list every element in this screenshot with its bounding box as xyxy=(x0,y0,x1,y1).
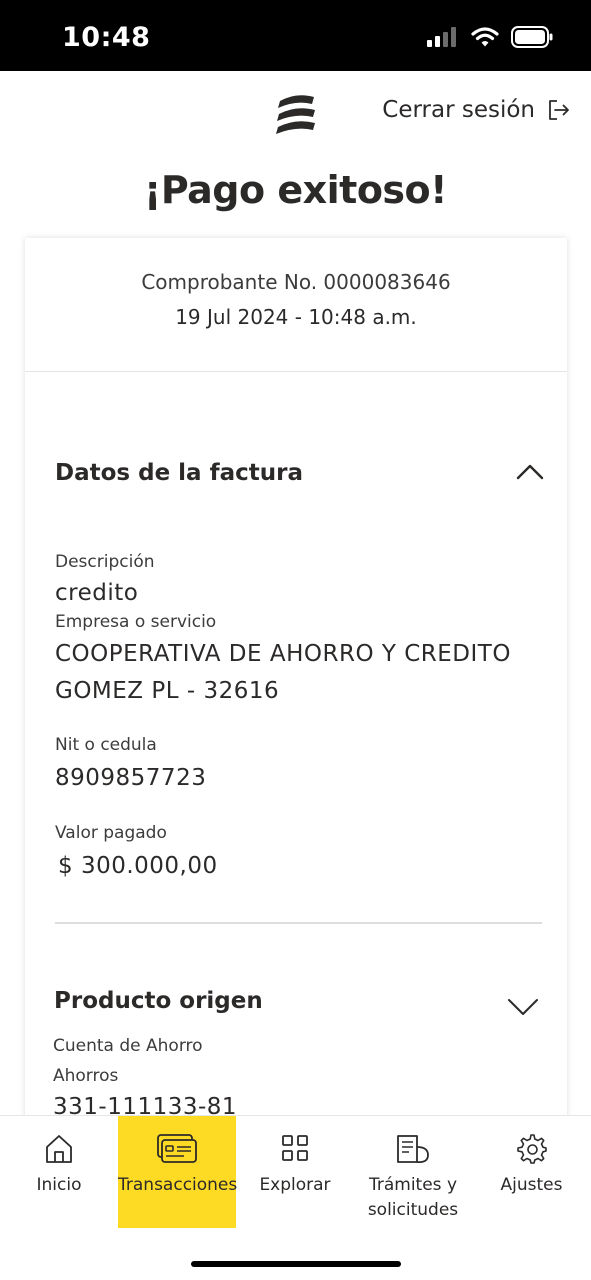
receipt-datetime: 19 Jul 2024 - 10:48 a.m. xyxy=(175,305,417,329)
description-label: Descripción xyxy=(55,552,155,572)
nav-item-inicio[interactable]: Inicio xyxy=(0,1116,118,1228)
status-icons xyxy=(427,26,553,48)
nit-label: Nit o cedula xyxy=(55,735,157,755)
receipt-card: Comprobante No. 0000083646 19 Jul 2024 -… xyxy=(25,238,567,1138)
status-bar: 10:48 xyxy=(0,0,591,71)
chevron-up-icon[interactable] xyxy=(516,462,544,480)
nav-label-transacciones: Transacciones xyxy=(118,1175,238,1195)
logout-icon xyxy=(549,100,569,120)
nav-item-ajustes[interactable]: Ajustes xyxy=(472,1116,591,1228)
amount-value: $ 300.000,00 xyxy=(58,853,218,879)
card-transactions-icon xyxy=(157,1134,197,1163)
nav-label-explorar: Explorar xyxy=(259,1175,331,1195)
nav-label-inicio: Inicio xyxy=(36,1175,82,1195)
chevron-down-icon[interactable] xyxy=(507,998,539,1016)
nav-label-tramites-line2: solicitudes xyxy=(367,1200,459,1220)
nav-item-tramites[interactable]: Trámites y solicitudes xyxy=(354,1116,472,1228)
section-divider xyxy=(55,922,542,924)
logout-label: Cerrar sesión xyxy=(382,97,535,123)
origin-section-title[interactable]: Producto origen xyxy=(54,988,263,1014)
nav-item-explorar[interactable]: Explorar xyxy=(236,1116,354,1228)
status-time: 10:48 xyxy=(62,22,151,53)
account-type: Cuenta de Ahorro xyxy=(53,1036,203,1056)
home-icon xyxy=(46,1135,72,1163)
invoice-section-title[interactable]: Datos de la factura xyxy=(55,460,303,486)
receipt-number: Comprobante No. 0000083646 xyxy=(141,270,451,294)
nav-label-tramites-line1: Trámites y xyxy=(368,1175,458,1195)
signal-icon xyxy=(427,27,456,47)
company-value-line2: GOMEZ PL - 32616 xyxy=(55,678,280,704)
nav-label-tramites: Trámites y solicitudes xyxy=(354,1173,472,1223)
receipt-header: Comprobante No. 0000083646 19 Jul 2024 -… xyxy=(25,238,567,372)
nit-value: 8909857723 xyxy=(55,765,207,791)
account-subtype: Ahorros xyxy=(53,1066,119,1086)
app-header: Cerrar sesión xyxy=(0,71,591,151)
nav-item-transacciones[interactable]: Transacciones xyxy=(118,1116,238,1228)
nav-label-ajustes: Ajustes xyxy=(500,1175,563,1195)
documents-icon xyxy=(397,1135,429,1164)
home-indicator xyxy=(191,1261,401,1267)
bank-logo-icon xyxy=(276,95,315,134)
description-value: credito xyxy=(55,580,139,606)
grid-icon xyxy=(282,1135,308,1161)
page-title: ¡Pago exitoso! xyxy=(144,168,447,212)
wifi-icon xyxy=(471,27,499,47)
gear-icon xyxy=(516,1134,547,1164)
company-value-line1: COOPERATIVA DE AHORRO Y CREDITO xyxy=(55,641,511,667)
company-label: Empresa o servicio xyxy=(55,612,217,632)
amount-label: Valor pagado xyxy=(55,823,167,843)
logout-button[interactable]: Cerrar sesión xyxy=(382,97,571,123)
battery-icon xyxy=(511,26,553,48)
bottom-nav: Inicio Transacciones Explorar Trámites y… xyxy=(0,1115,591,1280)
